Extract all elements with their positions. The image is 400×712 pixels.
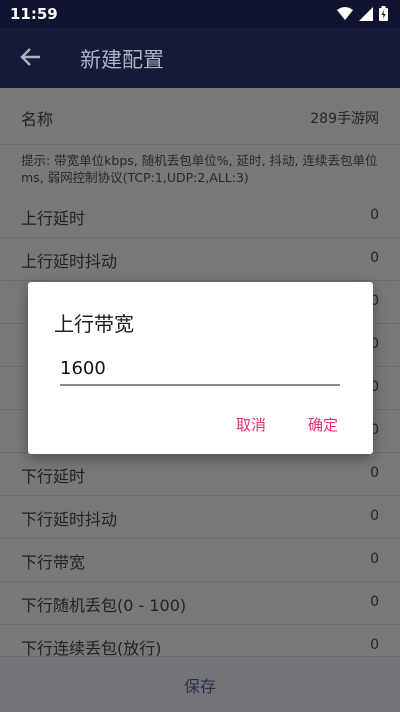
status-icons <box>337 6 388 21</box>
bandwidth-dialog: 上行带宽 取消 确定 <box>28 282 373 454</box>
row-downlink-burst-loss[interactable]: 下行连续丢包(放行) 0 <box>0 625 400 656</box>
row-value: 0 <box>370 594 379 610</box>
row-value: 0 <box>370 637 379 653</box>
save-button[interactable]: 保存 <box>0 673 400 697</box>
status-time: 11:59 <box>10 5 58 23</box>
row-label: 下行随机丢包(0 - 100) <box>21 596 187 615</box>
row-value: 0 <box>370 250 379 266</box>
hint-text: 提示: 带宽单位kbps, 随机丢包单位%, 延时, 抖动, 连续丢包单位ms,… <box>21 153 378 185</box>
row-value: 0 <box>370 207 379 223</box>
row-label: 上行延时 <box>21 209 86 228</box>
row-uplink-delay[interactable]: 上行延时 0 <box>0 195 400 238</box>
row-downlink-delay[interactable]: 下行延时 0 <box>0 453 400 496</box>
row-label: 下行连续丢包(放行) <box>21 639 162 656</box>
status-bar: 11:59 <box>0 0 400 28</box>
name-label: 名称 <box>21 110 54 129</box>
name-row[interactable]: 名称 289手游网 <box>0 88 400 145</box>
row-uplink-jitter[interactable]: 上行延时抖动 0 <box>0 238 400 281</box>
name-value: 289手游网 <box>310 111 379 127</box>
row-label: 下行延时 <box>21 467 86 486</box>
row-downlink-random-loss[interactable]: 下行随机丢包(0 - 100) 0 <box>0 582 400 625</box>
wifi-icon <box>337 6 353 20</box>
page-title: 新建配置 <box>80 48 164 72</box>
bandwidth-input[interactable] <box>60 354 340 386</box>
row-label: 下行带宽 <box>21 553 86 572</box>
row-label: 上行延时抖动 <box>21 252 118 271</box>
row-value: 0 <box>370 508 379 524</box>
battery-icon <box>379 6 388 21</box>
row-value: 0 <box>370 465 379 481</box>
app-bar: 新建配置 <box>0 28 400 88</box>
signal-icon <box>359 6 373 21</box>
row-downlink-jitter[interactable]: 下行延时抖动 0 <box>0 496 400 539</box>
cancel-button[interactable]: 取消 <box>236 414 266 435</box>
dialog-title: 上行带宽 <box>54 312 134 336</box>
row-label: 下行延时抖动 <box>21 510 118 529</box>
confirm-button[interactable]: 确定 <box>308 414 338 435</box>
bottom-bar: 保存 <box>0 656 400 712</box>
arrow-left-icon[interactable] <box>18 44 44 70</box>
row-value: 0 <box>370 551 379 567</box>
row-downlink-bandwidth[interactable]: 下行带宽 0 <box>0 539 400 582</box>
